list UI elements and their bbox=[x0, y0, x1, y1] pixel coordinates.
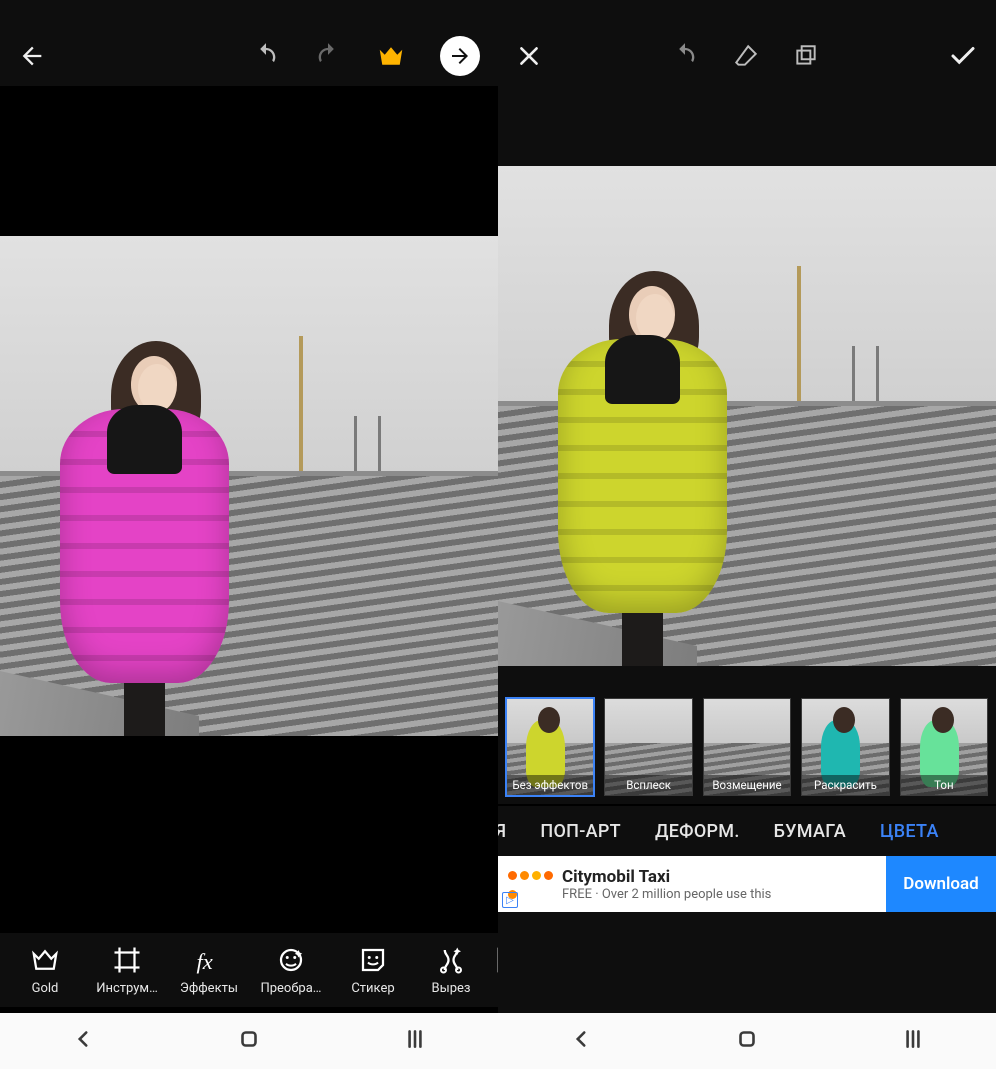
thumb-label: Всплеск bbox=[605, 775, 691, 795]
editor-screen-effects: Без эффектов Всплеск Возмещение Раскрасить Т… bbox=[498, 0, 996, 1069]
category-tab[interactable]: ИЯ bbox=[498, 821, 506, 842]
thumb-label: Тон bbox=[901, 775, 987, 795]
ad-subtitle: FREE · Over 2 million people use this bbox=[562, 887, 771, 902]
effect-thumb[interactable]: Без эффектов bbox=[506, 698, 594, 796]
undo-icon[interactable] bbox=[671, 42, 699, 70]
premium-crown-icon[interactable] bbox=[376, 41, 406, 71]
layers-icon[interactable] bbox=[793, 43, 819, 69]
thumb-label: Раскрасить bbox=[802, 775, 888, 795]
tool-gold[interactable]: Gold bbox=[6, 945, 84, 996]
status-bar bbox=[498, 0, 996, 26]
tool-label: Эффекты bbox=[180, 981, 238, 996]
canvas-area[interactable] bbox=[498, 86, 996, 698]
bottom-tool-row: Gold Инструм… fx Эффекты Преобра… Стикер… bbox=[0, 933, 498, 1007]
effect-thumb[interactable]: Возмещение bbox=[703, 698, 791, 796]
effect-thumb[interactable]: Тон bbox=[900, 698, 988, 796]
canvas-area[interactable] bbox=[0, 86, 498, 976]
tool-text[interactable]: Те bbox=[490, 945, 498, 996]
top-toolbar bbox=[0, 26, 498, 86]
nav-back-icon[interactable] bbox=[568, 1026, 594, 1056]
category-tab[interactable]: БУМАГА bbox=[774, 821, 846, 842]
eraser-icon[interactable] bbox=[733, 43, 759, 69]
nav-recents-icon[interactable] bbox=[900, 1026, 926, 1056]
tool-label: Gold bbox=[32, 981, 59, 996]
nav-back-icon[interactable] bbox=[70, 1026, 96, 1056]
nav-home-icon[interactable] bbox=[734, 1026, 760, 1056]
back-arrow-icon[interactable] bbox=[18, 42, 46, 70]
spacer bbox=[498, 912, 996, 1013]
top-toolbar bbox=[498, 26, 996, 86]
android-nav-bar bbox=[0, 1013, 498, 1069]
tool-effects[interactable]: fx Эффекты bbox=[170, 945, 248, 996]
apply-check-icon[interactable] bbox=[948, 41, 978, 71]
tool-label: Стикер bbox=[351, 981, 394, 996]
ad-banner[interactable]: ▷ Citymobil Taxi FREE · Over 2 million p… bbox=[498, 856, 996, 912]
thumb-label: Без эффектов bbox=[507, 775, 593, 795]
tool-label: Инструм… bbox=[96, 981, 158, 996]
tool-label: Преобра… bbox=[260, 981, 321, 996]
category-tab[interactable]: ЦВЕТА bbox=[880, 821, 939, 842]
tool-sticker[interactable]: Стикер bbox=[334, 945, 412, 996]
tool-beautify[interactable]: Преобра… bbox=[248, 945, 334, 996]
android-nav-bar bbox=[498, 1013, 996, 1069]
effect-category-tabs[interactable]: ИЯ ПОП-АРТ ДЕФОРМ. БУМАГА ЦВЕТА bbox=[498, 806, 996, 856]
photo-preview[interactable] bbox=[498, 166, 996, 666]
nav-home-icon[interactable] bbox=[236, 1026, 262, 1056]
svg-text:fx: fx bbox=[197, 948, 213, 973]
status-bar bbox=[0, 0, 498, 26]
redo-icon[interactable] bbox=[314, 42, 342, 70]
effect-thumb[interactable]: Раскрасить bbox=[801, 698, 889, 796]
category-tab[interactable]: ПОП-АРТ bbox=[540, 821, 621, 842]
next-button[interactable] bbox=[440, 36, 480, 76]
tool-instruments[interactable]: Инструм… bbox=[84, 945, 170, 996]
ad-download-button[interactable]: Download bbox=[886, 856, 996, 912]
editor-screen-main: Gold Инструм… fx Эффекты Преобра… Стикер… bbox=[0, 0, 498, 1069]
effect-thumbnail-row[interactable]: Без эффектов Всплеск Возмещение Раскрасить Т… bbox=[498, 698, 996, 804]
tool-label: Вырез bbox=[432, 981, 471, 996]
photo-preview[interactable] bbox=[0, 236, 498, 736]
effect-thumb[interactable]: Всплеск bbox=[604, 698, 692, 796]
ad-badge-icon: ▷ bbox=[502, 892, 518, 908]
ad-title: Citymobil Taxi bbox=[562, 867, 771, 887]
category-tab[interactable]: ДЕФОРМ. bbox=[655, 821, 740, 842]
thumb-label: Возмещение bbox=[704, 775, 790, 795]
undo-icon[interactable] bbox=[252, 42, 280, 70]
close-icon[interactable] bbox=[516, 43, 542, 69]
nav-recents-icon[interactable] bbox=[402, 1026, 428, 1056]
tool-cutout[interactable]: Вырез bbox=[412, 945, 490, 996]
